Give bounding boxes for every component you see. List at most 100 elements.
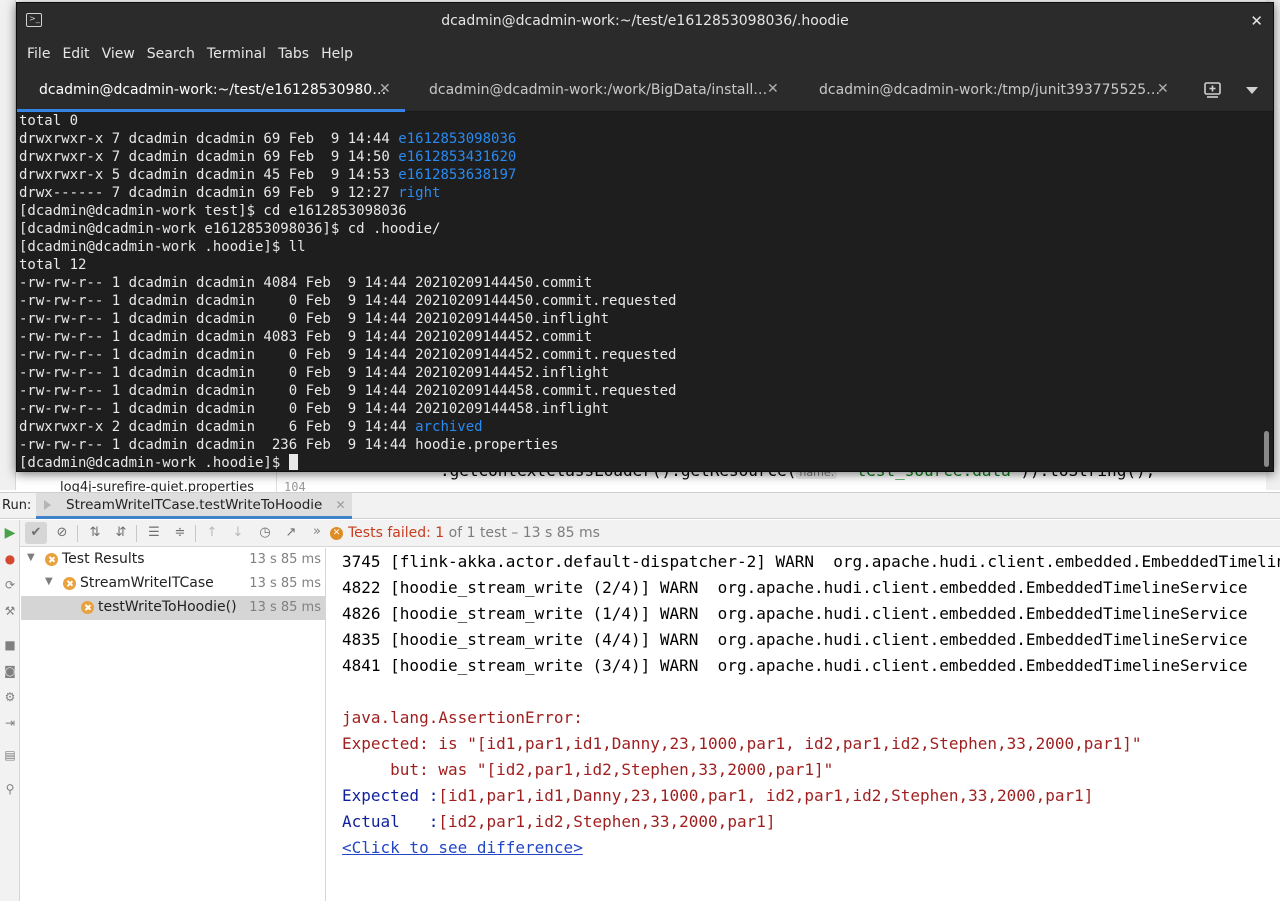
terminal-line: [dcadmin@dcadmin-work e1612853098036]$ c… [19,220,1261,238]
run-config-tab-label: StreamWriteITCase.testWriteToHoodie [66,497,323,513]
menu-terminal[interactable]: Terminal [201,39,272,70]
terminal-directory-name: e1612853431620 [398,149,517,165]
rerun-icon[interactable]: ▶ [2,525,18,541]
rerun-failed-icon[interactable]: ● [2,551,18,567]
run-config-tab[interactable]: StreamWriteITCase.testWriteToHoodie ✕ [36,493,352,519]
tree-row-test-results[interactable]: ▼ Test Results 13 s 85 ms [21,548,326,572]
terminal-line: drwxrwxr-x 7 dcadmin dcadmin 69 Feb 9 14… [19,148,1261,166]
sort-alphabetically-icon[interactable]: ⇅ [84,522,106,544]
console-output[interactable]: 3745 [flink-akka.actor.default-dispatche… [327,548,1280,901]
tree-node-label: StreamWriteITCase [80,575,214,591]
pin-icon[interactable]: ⚲ [2,781,18,797]
tree-row-test-class[interactable]: ▼ StreamWriteITCase 13 s 85 ms [21,572,326,596]
terminal-line-text: -rw-rw-r-- 1 dcadmin dcadmin 236 Feb 9 1… [19,437,559,453]
terminal-menubar: File Edit View Search Terminal Tabs Help [17,39,1273,70]
close-icon[interactable]: ✕ [1250,3,1263,39]
menu-search[interactable]: Search [141,39,201,70]
terminal-line: -rw-rw-r-- 1 dcadmin dcadmin 0 Feb 9 14:… [19,382,1261,400]
stop-icon[interactable]: ■ [2,637,18,653]
chevron-down-icon[interactable]: ▼ [45,576,53,587]
terminal-tab-1[interactable]: dcadmin@dcadmin-work:~/test/e16128530980… [17,70,405,112]
terminal-titlebar[interactable]: >_ dcadmin@dcadmin-work:~/test/e16128530… [17,3,1273,39]
exit-icon[interactable]: ⇥ [2,715,18,731]
chevron-down-icon[interactable]: ▼ [27,552,35,563]
ide-left-strip [0,0,16,490]
terminal-line-text: total 0 [19,113,79,129]
terminal-line-text: drwx------ 7 dcadmin dcadmin 69 Feb 9 12… [19,185,399,201]
console-error-line: java.lang.AssertionError: [342,708,583,727]
tests-failed-count: Tests failed: 1 [348,525,445,541]
failed-icon [81,601,94,614]
terminal-scrollbar[interactable] [1264,431,1269,467]
console-comparison-line: Actual :[id2,par1,id2,Stephen,33,2000,pa… [342,812,775,831]
terminal-window[interactable]: >_ dcadmin@dcadmin-work:~/test/e16128530… [16,2,1274,472]
console-log-line: 3745 [flink-akka.actor.default-dispatche… [342,552,1280,571]
terminal-line-text: -rw-rw-r-- 1 dcadmin dcadmin 0 Feb 9 14:… [19,383,677,399]
terminal-tab-label: dcadmin@dcadmin-work:/work/BigData/insta… [429,82,768,98]
terminal-line: total 12 [19,256,1261,274]
close-tab-icon[interactable]: ✕ [1157,81,1169,97]
new-tab-icon[interactable] [1203,80,1223,100]
terminal-directory-name: e1612853098036 [398,131,517,147]
settings-wrench-icon[interactable]: ⚒ [2,603,18,619]
collapse-all-icon[interactable]: ≑ [169,522,191,544]
previous-failed-icon[interactable]: ↑ [201,522,223,544]
menu-file[interactable]: File [21,39,56,70]
terminal-line: -rw-rw-r-- 1 dcadmin dcadmin 0 Feb 9 14:… [19,292,1261,310]
menu-view[interactable]: View [96,39,141,70]
close-tab-icon[interactable]: ✕ [767,81,779,97]
toggle-auto-test-icon[interactable]: ⟳ [2,577,18,593]
run-label: Run: [2,498,32,513]
history-icon[interactable]: ◷ [254,522,276,544]
export-icon[interactable]: ↗ [280,522,302,544]
test-status-summary: of 1 test – 13 s 85 ms [444,525,600,541]
test-runner-toolbar: ✔ ⊘ ⇅ ⇵ ☰ ≑ ↑ ↓ ◷ ↗ » ✕ Tests failed: 1 … [0,520,1280,547]
next-failed-icon[interactable]: ↓ [227,522,249,544]
run-tool-header: Run: StreamWriteITCase.testWriteToHoodie… [0,492,1280,519]
tree-node-label: testWriteToHoodie() [98,599,237,615]
layout-icon[interactable]: ▤ [2,747,18,763]
terminal-tabbar: dcadmin@dcadmin-work:~/test/e16128530980… [17,70,1273,112]
console-log-line: 4841 [hoodie_stream_write (3/4)] WARN or… [342,656,1248,675]
comparison-value: [id2,par1,id2,Stephen,33,2000,par1] [438,812,776,831]
console-log-line: 4822 [hoodie_stream_write (2/4)] WARN or… [342,578,1248,597]
terminal-line: drwxrwxr-x 7 dcadmin dcadmin 69 Feb 9 14… [19,130,1261,148]
camera-icon[interactable]: ◙ [2,663,18,679]
more-chevron-icon[interactable]: » [313,524,321,539]
console-error-line: but: was "[id2,par1,id2,Stephen,33,2000,… [342,760,834,779]
menu-edit[interactable]: Edit [56,39,95,70]
terminal-line-text: -rw-rw-r-- 1 dcadmin dcadmin 0 Feb 9 14:… [19,293,677,309]
tree-node-duration: 13 s 85 ms [249,552,321,567]
test-results-tree: ▼ Test Results 13 s 85 ms ▼ StreamWriteI… [21,548,326,901]
run-side-toolbar: ▶ ● ⟳ ⚒ ■ ◙ ⚙ ⇥ ▤ ⚲ [0,520,20,901]
terminal-tab-3[interactable]: dcadmin@dcadmin-work:/tmp/junit393775525… [797,70,1185,112]
menu-tabs[interactable]: Tabs [272,39,315,70]
terminal-line: drwxrwxr-x 2 dcadmin dcadmin 6 Feb 9 14:… [19,418,1261,436]
terminal-line-text: drwxrwxr-x 7 dcadmin dcadmin 69 Feb 9 14… [19,149,399,165]
terminal-output[interactable]: total 0 drwxrwxr-x 7 dcadmin dcadmin 69 F… [17,112,1261,472]
terminal-line-text: drwxrwxr-x 2 dcadmin dcadmin 6 Feb 9 14:… [19,419,416,435]
terminal-line: drwx------ 7 dcadmin dcadmin 69 Feb 9 12… [19,184,1261,202]
console-comparison-line: Expected :[id1,par1,id1,Danny,23,1000,pa… [342,786,1093,805]
console-log-line: 4826 [hoodie_stream_write (1/4)] WARN or… [342,604,1248,623]
show-ignored-icon[interactable]: ⊘ [51,522,73,544]
ide-gutter-separator [276,472,277,492]
terminal-line-text: [dcadmin@dcadmin-work .hoodie]$ ll [19,239,306,255]
menu-help[interactable]: Help [315,39,359,70]
gear-icon[interactable]: ⚙ [2,689,18,705]
expand-all-icon[interactable]: ☰ [143,522,165,544]
terminal-directory-name: archived [415,419,483,435]
close-tab-icon[interactable]: ✕ [379,81,391,97]
terminal-line-text: -rw-rw-r-- 1 dcadmin dcadmin 0 Feb 9 14:… [19,347,677,363]
terminal-line-text: -rw-rw-r-- 1 dcadmin dcadmin 4084 Feb 9 … [19,275,593,291]
tree-node-duration: 13 s 85 ms [249,576,321,591]
close-tab-icon[interactable]: ✕ [335,498,345,512]
terminal-line: [dcadmin@dcadmin-work test]$ cd e1612853… [19,202,1261,220]
show-passed-icon[interactable]: ✔ [25,522,47,544]
sort-by-duration-icon[interactable]: ⇵ [110,522,132,544]
terminal-tab-2[interactable]: dcadmin@dcadmin-work:/work/BigData/insta… [407,70,795,112]
tree-row-test-method[interactable]: testWriteToHoodie() 13 s 85 ms [21,596,326,620]
tab-menu-chevron-icon[interactable] [1246,87,1258,94]
terminal-line: drwxrwxr-x 5 dcadmin dcadmin 45 Feb 9 14… [19,166,1261,184]
see-difference-link[interactable]: <Click to see difference> [342,838,583,857]
